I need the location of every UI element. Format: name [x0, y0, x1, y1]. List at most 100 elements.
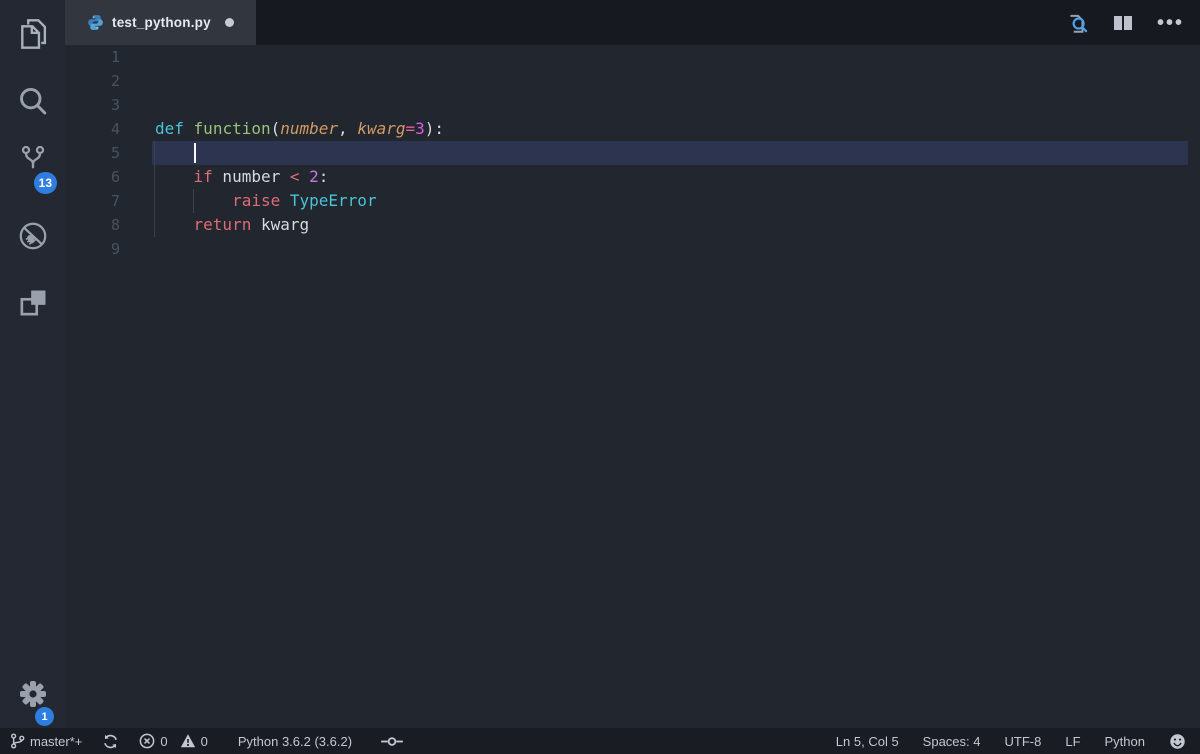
code-token [280, 191, 290, 210]
tab-bar: test_python.py ••• [65, 0, 1200, 45]
problems-item[interactable]: 0 0 [139, 733, 207, 749]
branch-label: master*+ [30, 734, 82, 749]
cursor-position-label: Ln 5, Col 5 [836, 734, 899, 749]
code-token [300, 167, 310, 186]
code-line[interactable]: 2 [65, 69, 1200, 93]
settings-badge: 1 [35, 707, 54, 726]
line-number: 8 [65, 213, 120, 237]
more-actions-button[interactable]: ••• [1157, 13, 1184, 33]
vscode-window: 13 [0, 0, 1200, 754]
code-line[interactable]: 1 [65, 45, 1200, 69]
indentation-item[interactable]: Spaces: 4 [923, 734, 981, 749]
code-token [155, 191, 232, 210]
tab-actions: ••• [1065, 0, 1200, 45]
explorer-icon [14, 14, 52, 54]
line-number: 6 [65, 165, 120, 189]
code-text [155, 141, 194, 165]
language-mode-item[interactable]: Python [1105, 734, 1145, 749]
git-branch-icon [10, 732, 25, 750]
code-token: raise [232, 191, 280, 210]
code-token: function [194, 119, 271, 138]
cursor-position-item[interactable]: Ln 5, Col 5 [836, 734, 899, 749]
code-token: TypeError [290, 191, 377, 210]
sidebar-item-extensions[interactable] [0, 277, 65, 329]
code-editor[interactable]: 1234def function(number, kwarg=3):5 6 if… [65, 45, 1200, 728]
split-editor-icon [1113, 13, 1133, 33]
open-changes-icon [1065, 11, 1089, 35]
line-number: 2 [65, 69, 120, 93]
settings-gear-button[interactable]: 1 [0, 668, 65, 720]
modified-dot-icon[interactable] [225, 18, 234, 27]
code-token: , [338, 119, 357, 138]
code-token: ): [425, 119, 444, 138]
indentation-label: Spaces: 4 [923, 734, 981, 749]
code-token: 2 [309, 167, 319, 186]
sidebar-item-search[interactable] [0, 76, 65, 128]
git-branch-item[interactable]: master*+ [10, 732, 82, 750]
line-number: 5 [65, 141, 120, 165]
settings-gear-icon [17, 678, 49, 710]
line-number: 7 [65, 189, 120, 213]
language-label: Python [1105, 734, 1145, 749]
search-icon [15, 84, 51, 120]
split-editor-button[interactable] [1113, 13, 1133, 33]
debug-icon [16, 219, 50, 253]
code-token [155, 143, 194, 162]
sidebar-item-debug[interactable] [0, 210, 65, 262]
code-token [251, 215, 261, 234]
code-token [184, 119, 194, 138]
code-text: def function(number, kwarg=3): [155, 117, 444, 141]
code-token: 3 [415, 119, 425, 138]
feedback-button[interactable] [1169, 733, 1186, 750]
warning-count: 0 [201, 734, 208, 749]
code-token: if [194, 167, 213, 186]
warning-icon [180, 733, 196, 749]
extensions-icon [16, 286, 50, 320]
code-text: if number < 2: [155, 165, 328, 189]
code-line[interactable]: 7 raise TypeError [65, 189, 1200, 213]
tab-test-python[interactable]: test_python.py [65, 0, 256, 45]
more-actions-icon: ••• [1157, 13, 1184, 33]
code-token: number [280, 119, 338, 138]
code-token: : [319, 167, 329, 186]
encoding-label: UTF-8 [1005, 734, 1042, 749]
activity-bar: 13 [0, 0, 65, 728]
status-bar-left: master*+ [10, 732, 424, 750]
sync-button[interactable] [102, 733, 119, 750]
encoding-item[interactable]: UTF-8 [1005, 734, 1042, 749]
code-line[interactable]: 9 [65, 237, 1200, 261]
error-icon [139, 733, 155, 749]
code-line[interactable]: 5 [65, 141, 1200, 165]
code-line[interactable]: 3 [65, 93, 1200, 117]
code-lines: 1234def function(number, kwarg=3):5 6 if… [65, 45, 1200, 261]
code-token: < [290, 167, 300, 186]
feedback-smiley-icon [1169, 733, 1186, 750]
sync-icon [102, 733, 119, 750]
error-count: 0 [160, 734, 167, 749]
code-token: number [213, 167, 290, 186]
sidebar-item-source-control[interactable]: 13 [0, 134, 65, 186]
code-token: kwarg [261, 215, 309, 234]
eol-item[interactable]: LF [1065, 734, 1080, 749]
code-token [155, 215, 194, 234]
sidebar-item-explorer[interactable] [0, 8, 65, 60]
open-changes-button[interactable] [1065, 11, 1089, 35]
commit-icon [380, 735, 404, 748]
code-token: = [405, 119, 415, 138]
commit-lens-button[interactable] [380, 735, 404, 748]
line-number: 4 [65, 117, 120, 141]
code-line[interactable]: 8 return kwarg [65, 213, 1200, 237]
code-text: return kwarg [155, 213, 309, 237]
code-token [155, 167, 194, 186]
line-number: 9 [65, 237, 120, 261]
eol-label: LF [1065, 734, 1080, 749]
code-token: ( [271, 119, 281, 138]
code-token: kwarg [357, 119, 405, 138]
tab-label: test_python.py [112, 15, 211, 30]
code-line[interactable]: 6 if number < 2: [65, 165, 1200, 189]
python-interpreter-item[interactable]: Python 3.6.2 (3.6.2) [238, 734, 352, 749]
code-token: return [194, 215, 252, 234]
code-line[interactable]: 4 def function(number, kwarg=3): [65, 117, 1200, 141]
python-version-label: Python 3.6.2 (3.6.2) [238, 734, 352, 749]
status-bar: master*+ [0, 728, 1200, 754]
